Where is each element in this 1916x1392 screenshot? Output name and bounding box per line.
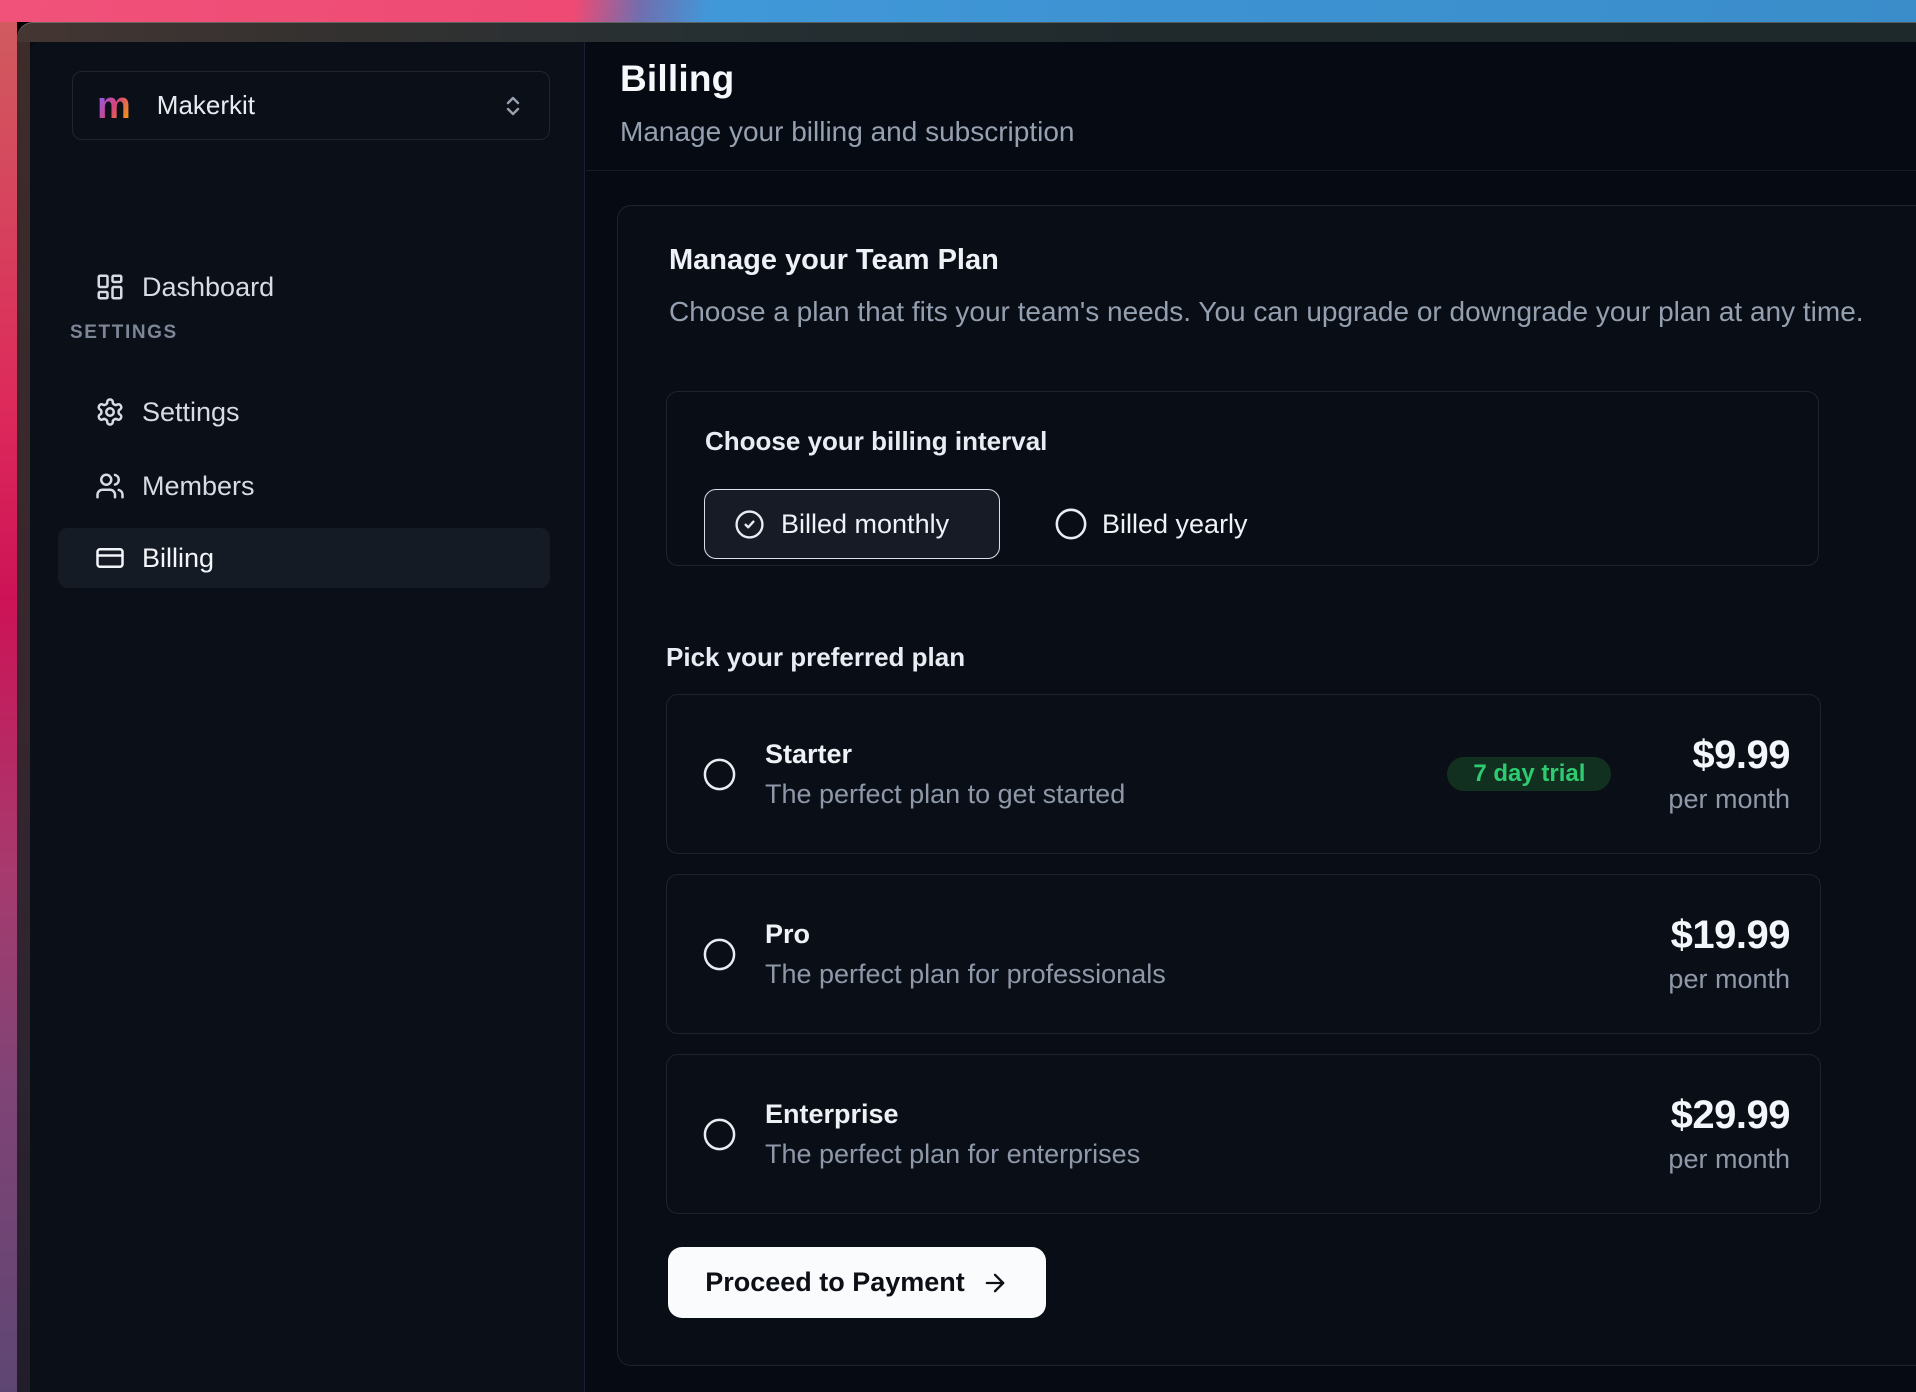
plan-price-block: $9.99 per month xyxy=(1668,733,1790,815)
plan-info: Enterprise The perfect plan for enterpri… xyxy=(765,1099,1668,1170)
radio-billed-monthly[interactable]: Billed monthly xyxy=(704,489,1000,559)
sidebar-item-label: Settings xyxy=(142,397,240,428)
plan-name: Starter xyxy=(765,739,1447,770)
proceed-to-payment-button[interactable]: Proceed to Payment xyxy=(668,1247,1046,1318)
radio-label: Billed monthly xyxy=(781,509,949,540)
billing-interval-group: Choose your billing interval Billed mont… xyxy=(666,391,1819,566)
plan-description: The perfect plan to get started xyxy=(765,779,1447,810)
sidebar-item-dashboard[interactable]: Dashboard xyxy=(58,257,550,317)
team-plan-card: Manage your Team Plan Choose a plan that… xyxy=(617,205,1916,1366)
plan-price-block: $19.99 per month xyxy=(1668,913,1790,995)
desktop-wallpaper-left xyxy=(0,22,17,1392)
trial-badge: 7 day trial xyxy=(1447,757,1611,791)
sidebar-item-settings[interactable]: Settings xyxy=(58,382,550,442)
plan-name: Enterprise xyxy=(765,1099,1668,1130)
credit-card-icon xyxy=(95,543,125,573)
sidebar: m Makerkit Dashboard SETTINGS xyxy=(30,42,585,1392)
card-title: Manage your Team Plan xyxy=(669,244,999,277)
arrow-right-icon xyxy=(981,1269,1009,1297)
plan-price: $29.99 xyxy=(1671,1093,1790,1138)
sidebar-section-settings: SETTINGS xyxy=(70,322,178,344)
plan-price: $9.99 xyxy=(1692,733,1790,778)
main-content: Billing Manage your billing and subscrip… xyxy=(586,42,1916,1392)
window-title-bar xyxy=(17,22,1916,42)
plan-info: Starter The perfect plan to get started xyxy=(765,739,1447,810)
radio-billed-yearly[interactable]: Billed yearly xyxy=(1054,489,1248,559)
window-left-edge xyxy=(17,42,30,1392)
chevrons-up-down-icon xyxy=(501,94,525,118)
plan-period: per month xyxy=(1668,964,1790,995)
plan-row-enterprise[interactable]: Enterprise The perfect plan for enterpri… xyxy=(666,1054,1821,1214)
radio-label: Billed yearly xyxy=(1102,509,1248,540)
dashboard-grid-icon xyxy=(95,272,125,302)
card-description: Choose a plan that fits your team's need… xyxy=(669,296,1864,328)
plan-description: The perfect plan for professionals xyxy=(765,959,1668,990)
gear-icon xyxy=(95,397,125,427)
radio-circle-icon[interactable] xyxy=(702,757,737,792)
sidebar-item-label: Dashboard xyxy=(142,272,274,303)
circle-check-icon xyxy=(734,509,765,540)
plan-period: per month xyxy=(1668,784,1790,815)
sidebar-item-billing[interactable]: Billing xyxy=(58,528,550,588)
plan-price-block: $29.99 per month xyxy=(1668,1093,1790,1175)
sidebar-item-members[interactable]: Members xyxy=(58,456,550,516)
plan-period: per month xyxy=(1668,1144,1790,1175)
plans-label: Pick your preferred plan xyxy=(666,642,965,673)
plan-description: The perfect plan for enterprises xyxy=(765,1139,1668,1170)
team-selector[interactable]: m Makerkit xyxy=(72,71,550,140)
proceed-button-label: Proceed to Payment xyxy=(705,1267,965,1298)
plan-row-starter[interactable]: Starter The perfect plan to get started … xyxy=(666,694,1821,854)
radio-circle-icon[interactable] xyxy=(702,937,737,972)
users-icon xyxy=(95,471,125,501)
billing-interval-label: Choose your billing interval xyxy=(705,426,1047,457)
sidebar-item-label: Billing xyxy=(142,543,214,574)
desktop-wallpaper-top xyxy=(0,0,1916,22)
app-window: m Makerkit Dashboard SETTINGS xyxy=(17,22,1916,1392)
makerkit-logo: m xyxy=(97,87,131,125)
team-name: Makerkit xyxy=(157,90,255,121)
sidebar-item-label: Members xyxy=(142,471,255,502)
header-divider xyxy=(586,170,1916,171)
app-content: m Makerkit Dashboard SETTINGS xyxy=(30,42,1916,1392)
page-subtitle: Manage your billing and subscription xyxy=(620,116,1075,148)
plan-row-pro[interactable]: Pro The perfect plan for professionals $… xyxy=(666,874,1821,1034)
plan-name: Pro xyxy=(765,919,1668,950)
radio-circle-icon[interactable] xyxy=(702,1117,737,1152)
plan-price: $19.99 xyxy=(1671,913,1790,958)
circle-icon xyxy=(1054,507,1088,541)
page-title: Billing xyxy=(620,58,734,100)
plan-info: Pro The perfect plan for professionals xyxy=(765,919,1668,990)
